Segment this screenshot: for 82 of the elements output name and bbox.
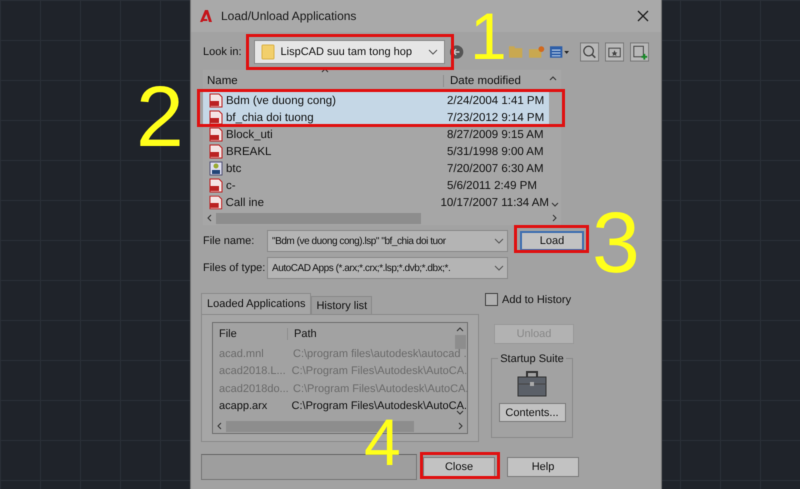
window-title: Load/Unload Applications — [221, 9, 356, 23]
file-date: 2/24/2004 1:41 PM — [447, 94, 544, 106]
file-row[interactable]: Bdm (ve duong cong) 2/24/2004 1:41 PM — [203, 92, 549, 109]
lsp-file-icon — [209, 93, 223, 108]
app-logo-icon — [199, 9, 213, 23]
scrollbar-thumb[interactable] — [454, 335, 466, 349]
step-number: 3 — [592, 200, 640, 286]
app-path-cell-text: C:\Program Files\Autodesk\AutoCA. — [292, 382, 468, 395]
file-name: bf_chia doi tuong — [226, 112, 315, 124]
step-number: 1 — [470, 3, 507, 69]
column-header[interactable]: Name — [203, 75, 444, 87]
add-to-history-label: Add to History — [502, 294, 572, 306]
file-name: Bdm (ve duong cong) — [226, 94, 337, 106]
file-name: BREAKL — [226, 146, 272, 158]
scroll-down-icon[interactable] — [456, 410, 464, 415]
chevron-down-icon — [494, 265, 504, 271]
lsp-file-icon — [209, 127, 223, 142]
file-row[interactable]: btc 7/20/2007 6:30 AM — [203, 160, 549, 177]
lsp-file-icon — [209, 178, 223, 193]
app-file-cell-text: acad2018.L... — [218, 365, 286, 378]
dvb-file-icon — [209, 161, 223, 176]
file-row[interactable]: Call ine 10/17/2007 11:34 AM — [203, 194, 549, 211]
file-date: 10/17/2007 11:34 AM — [440, 196, 549, 208]
add-to-history-checkbox[interactable] — [485, 293, 498, 306]
app-file-cell-text: acad.mnl — [218, 348, 265, 360]
scroll-left-icon[interactable] — [207, 214, 212, 222]
app-path-cell-text: C:\Program Files\Autodesk\AutoCA. — [290, 365, 468, 378]
favorites-folder-icon[interactable] — [604, 42, 624, 62]
app-path-cell-text: C:\Program Files\Autodesk\AutoCA. — [290, 400, 467, 412]
tab[interactable]: History list — [311, 296, 372, 314]
file-name: Call ine — [226, 196, 265, 208]
file-name-label: File name: — [203, 235, 256, 247]
search-web-icon[interactable] — [580, 42, 599, 62]
contents-button[interactable]: Contents... — [498, 403, 566, 422]
lsp-file-icon — [209, 110, 223, 125]
file-row[interactable]: BREAKL 5/31/1998 9:00 AM — [203, 143, 549, 160]
app-path-cell-text: C:\program files\autodesk\autocad . — [292, 348, 467, 360]
add-favorite-icon[interactable] — [630, 42, 650, 62]
look-in-label: Look in: — [203, 46, 242, 58]
chevron-down-icon — [428, 49, 438, 55]
column-header[interactable]: Date modified — [444, 75, 546, 87]
file-type-dropdown[interactable]: AutoCAD Apps (*.arx;*.crx;*.lsp;*.dvb;*.dbx;*. — [267, 257, 508, 279]
tab[interactable]: Loaded Applications — [201, 293, 312, 314]
scrollbar-thumb[interactable] — [216, 212, 421, 224]
load-button[interactable]: Load — [520, 231, 584, 251]
file-name-field[interactable]: "Bdm (ve duong cong).lsp" "bf_chia doi tuor — [267, 230, 508, 252]
scroll-down-icon[interactable] — [551, 202, 559, 207]
step-number: 4 — [364, 413, 401, 471]
briefcase-icon — [517, 371, 547, 397]
sort-caret-icon — [321, 68, 329, 73]
scroll-up-icon[interactable] — [456, 327, 464, 332]
file-date: 5/31/1998 9:00 AM — [447, 146, 544, 158]
column-header[interactable]: File — [213, 328, 288, 340]
back-icon[interactable] — [448, 44, 464, 60]
lsp-file-icon — [209, 144, 223, 159]
scroll-up-icon[interactable] — [549, 76, 557, 81]
column-header[interactable]: Path — [288, 328, 317, 340]
file-row[interactable]: Block_uti 8/27/2009 9:15 AM — [203, 126, 549, 143]
file-date: 7/23/2012 9:14 PM — [447, 112, 544, 124]
files-of-type-label: Files of type: — [203, 262, 266, 274]
folder-icon — [260, 44, 275, 60]
scroll-left-icon[interactable] — [217, 422, 222, 430]
look-in-dropdown[interactable]: LispCAD suu tam tong hop — [254, 40, 445, 64]
file-date: 5/6/2011 2:49 PM — [447, 180, 537, 192]
file-name: Block_uti — [226, 128, 274, 140]
chevron-down-icon — [494, 238, 504, 244]
help-button[interactable]: Help — [507, 457, 579, 477]
close-button[interactable]: Close — [423, 457, 495, 477]
file-row[interactable]: c- 5/6/2011 2:49 PM — [203, 177, 549, 194]
scroll-right-icon[interactable] — [552, 214, 557, 222]
app-file-cell-text: acapp.arx — [218, 400, 268, 412]
scroll-right-icon[interactable] — [458, 422, 463, 430]
step-number: 2 — [136, 74, 184, 160]
view-menu-icon[interactable] — [548, 45, 570, 59]
lsp-file-icon — [209, 195, 223, 210]
file-date: 8/27/2009 9:15 AM — [447, 128, 544, 140]
file-date: 7/20/2007 6:30 AM — [447, 162, 544, 174]
file-name: c- — [226, 180, 237, 192]
group-title: Startup Suite — [498, 353, 566, 365]
file-name: btc — [226, 162, 242, 174]
app-file-cell-text: acad2018do... — [218, 382, 287, 395]
close-icon[interactable] — [637, 10, 649, 22]
